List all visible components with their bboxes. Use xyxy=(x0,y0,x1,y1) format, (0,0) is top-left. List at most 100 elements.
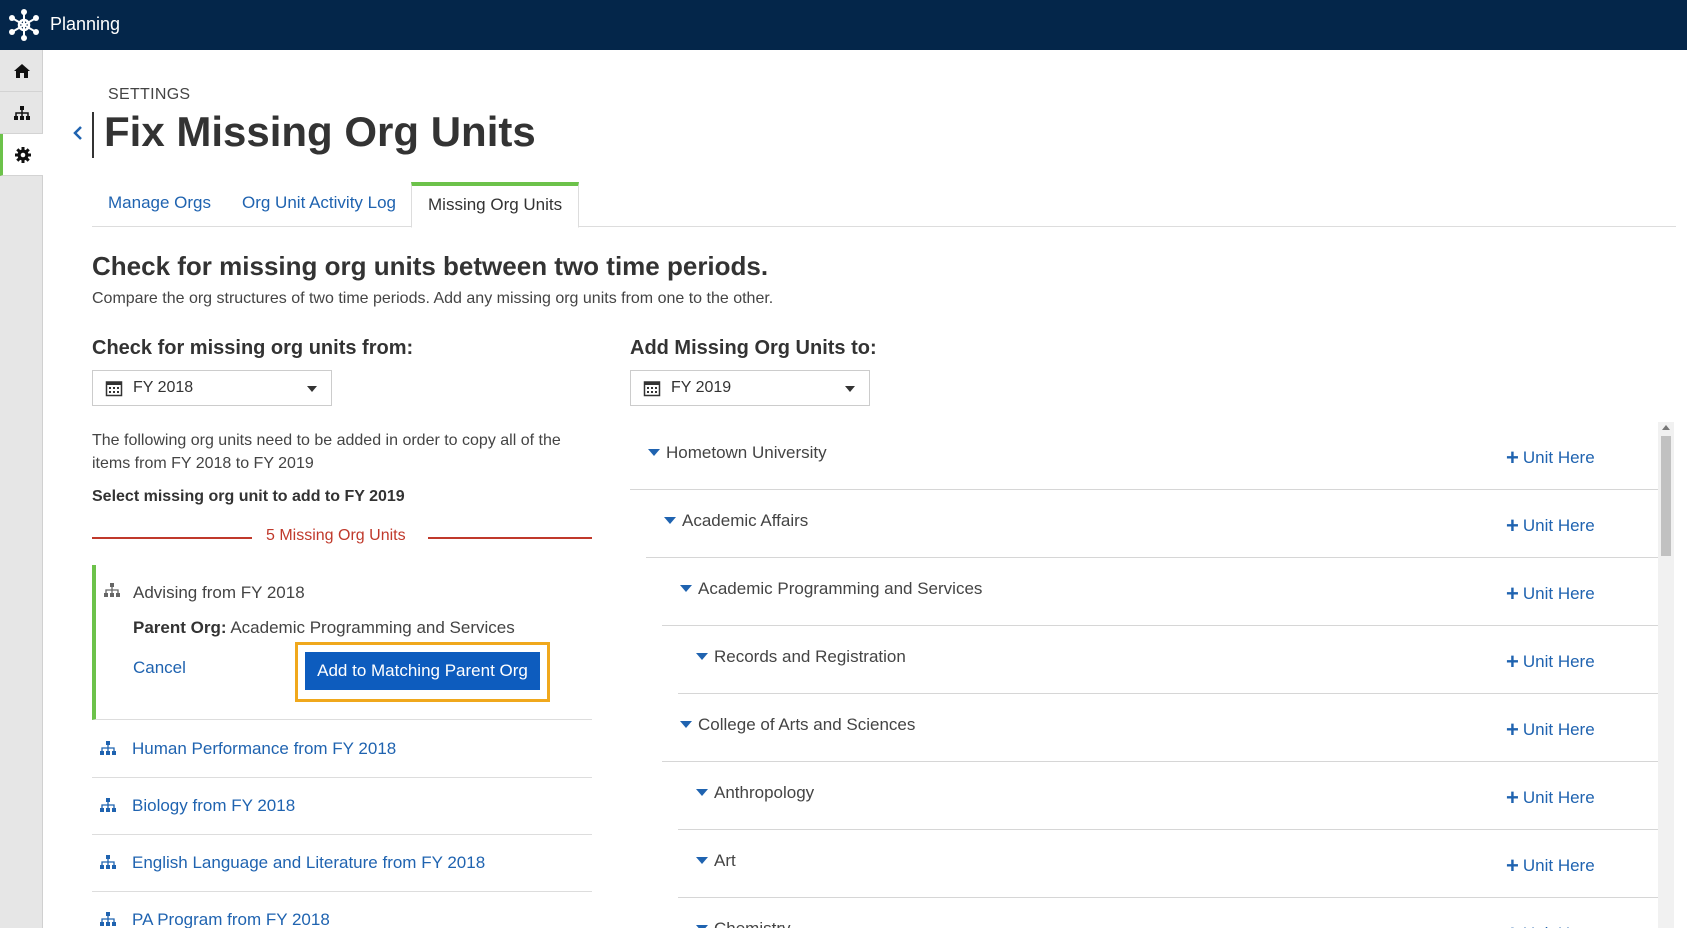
missing-unit-item[interactable]: Biology from FY 2018 xyxy=(92,778,592,835)
caret-down-icon[interactable] xyxy=(696,653,708,660)
plus-icon: + xyxy=(1506,853,1519,878)
section-heading: Check for missing org units between two … xyxy=(92,251,769,281)
add-unit-here-label: Unit Here xyxy=(1522,652,1595,671)
missing-unit-item[interactable]: Human Performance from FY 2018 xyxy=(92,721,592,778)
add-unit-here-button[interactable]: +Unit Here xyxy=(1506,649,1595,674)
tree-row-art: Art + Unit Here xyxy=(678,830,1658,898)
back-button[interactable] xyxy=(72,120,92,146)
divider-left xyxy=(92,537,252,539)
caret-down-icon[interactable] xyxy=(696,789,708,796)
add-unit-here-button[interactable]: +Unit Here xyxy=(1506,583,1595,605)
breadcrumb-settings: SETTINGS xyxy=(108,86,191,103)
planning-logo-icon[interactable] xyxy=(6,7,42,43)
add-unit-here-button[interactable]: +Unit Here xyxy=(1506,445,1595,470)
tree-label: Records and Registration xyxy=(714,647,906,666)
nav-org-chart[interactable] xyxy=(0,92,43,134)
parent-org-label: Parent Org: xyxy=(133,618,227,637)
org-chart-icon xyxy=(13,105,30,120)
selected-unit-title: Advising from FY 2018 xyxy=(133,583,305,602)
tree-label: College of Arts and Sciences xyxy=(698,715,916,734)
add-unit-here-label: Unit Here xyxy=(1522,584,1595,603)
scrollbar-thumb[interactable] xyxy=(1661,436,1671,556)
tree-row-anthropology: Anthropology + Unit Here xyxy=(678,762,1658,830)
missing-unit-item[interactable]: PA Program from FY 2018 xyxy=(92,892,592,928)
to-label: Add Missing Org Units to: xyxy=(630,337,877,359)
org-chart-icon xyxy=(100,912,116,926)
tab-missing-org-units[interactable]: Missing Org Units xyxy=(411,182,580,228)
add-unit-here-label: Unit Here xyxy=(1522,720,1595,739)
caret-down-icon[interactable] xyxy=(664,517,676,524)
tabs: Manage Orgs Org Unit Activity Log Missin… xyxy=(92,182,1676,228)
tree-row-chemistry: Chemistry +Unit Here xyxy=(678,898,1658,928)
cancel-link[interactable]: Cancel xyxy=(133,658,186,678)
caret-down-icon[interactable] xyxy=(680,585,692,592)
add-unit-here-label: Unit Here xyxy=(1522,788,1595,807)
tree-row-academic-programming: Academic Programming and Services + Unit … xyxy=(662,558,1658,626)
parent-org: Parent Org: Academic Programming and Ser… xyxy=(133,618,515,638)
tab-org-unit-activity-log[interactable]: Org Unit Activity Log xyxy=(242,182,396,227)
add-unit-here-button[interactable]: +Unit Here xyxy=(1506,923,1595,928)
tree-label: Hometown University xyxy=(666,443,827,462)
home-icon xyxy=(13,63,30,78)
gear-icon xyxy=(15,146,31,163)
from-period-value: FY 2018 xyxy=(133,379,194,396)
tree-row-arts-sciences: College of Arts and Sciences + Unit Here xyxy=(662,694,1658,762)
scroll-up-arrow-icon[interactable] xyxy=(1662,425,1670,430)
add-unit-here-label: Unit Here xyxy=(1522,856,1595,875)
caret-down-icon[interactable] xyxy=(696,857,708,864)
from-period-select[interactable]: FY 2018 xyxy=(92,370,332,406)
missing-unit-label[interactable]: English Language and Literature from FY … xyxy=(132,853,485,873)
section-description: Compare the org structures of two time p… xyxy=(92,290,774,307)
caret-down-icon[interactable] xyxy=(680,721,692,728)
select-missing-label: Select missing org unit to add to FY 201… xyxy=(92,488,405,505)
parent-org-value: Academic Programming and Services xyxy=(230,618,515,637)
plus-icon: + xyxy=(1506,513,1519,538)
tree-label: Chemistry xyxy=(714,919,791,928)
add-unit-here-button[interactable]: +Unit Here xyxy=(1506,785,1595,810)
title-divider xyxy=(92,112,94,158)
nav-settings[interactable] xyxy=(0,134,43,176)
add-unit-here-button[interactable]: +Unit Here xyxy=(1506,513,1595,538)
caret-down-icon xyxy=(845,386,855,392)
to-period-select[interactable]: FY 2019 xyxy=(630,370,870,406)
nav-home[interactable] xyxy=(0,50,43,92)
tree-row-academic-affairs: Academic Affairs + Unit Here xyxy=(646,490,1658,558)
to-period-value: FY 2019 xyxy=(671,379,732,396)
divider-right xyxy=(428,537,592,539)
add-unit-here-button[interactable]: +Unit Here xyxy=(1506,717,1595,742)
tree-label: Academic Affairs xyxy=(682,511,809,530)
tree-label: Anthropology xyxy=(714,783,815,802)
add-unit-here-label: Unit Here xyxy=(1523,924,1595,928)
add-to-matching-parent-org-button[interactable]: Add to Matching Parent Org xyxy=(305,652,540,690)
plus-icon: + xyxy=(1506,785,1519,810)
tree-scrollbar[interactable] xyxy=(1658,422,1674,928)
left-nav xyxy=(0,50,43,928)
org-tree: Hometown University + Unit Here Academic … xyxy=(630,422,1666,928)
caret-down-icon xyxy=(307,386,317,392)
tree-row-hometown-university: Hometown University + Unit Here xyxy=(630,422,1658,490)
plus-icon: + xyxy=(1506,445,1519,470)
tab-manage-orgs[interactable]: Manage Orgs xyxy=(108,182,211,227)
caret-down-icon[interactable] xyxy=(648,449,660,456)
org-chart-icon xyxy=(100,798,116,812)
org-chart-icon xyxy=(100,741,116,755)
org-chart-icon xyxy=(104,583,120,597)
top-bar: Planning xyxy=(0,0,1687,50)
add-unit-here-label: Unit Here xyxy=(1522,448,1595,467)
calendar-icon xyxy=(105,381,123,397)
missing-unit-item[interactable]: English Language and Literature from FY … xyxy=(92,835,592,892)
plus-icon: + xyxy=(1506,649,1519,674)
missing-unit-label[interactable]: PA Program from FY 2018 xyxy=(132,910,330,928)
plus-icon: + xyxy=(1506,717,1519,742)
chevron-left-icon xyxy=(73,126,82,140)
from-label: Check for missing org units from: xyxy=(92,337,414,359)
missing-unit-label[interactable]: Biology from FY 2018 xyxy=(132,796,295,816)
tree-label: Academic Programming and Services xyxy=(698,579,983,598)
tree-label: Art xyxy=(714,851,736,870)
org-chart-icon xyxy=(100,855,116,869)
missing-unit-label[interactable]: Human Performance from FY 2018 xyxy=(132,739,396,759)
add-unit-here-button[interactable]: +Unit Here xyxy=(1506,853,1595,878)
add-unit-here-label: Unit Here xyxy=(1522,516,1595,535)
app-name: Planning xyxy=(50,14,121,34)
missing-units-note: The following org units need to be added… xyxy=(92,432,561,472)
